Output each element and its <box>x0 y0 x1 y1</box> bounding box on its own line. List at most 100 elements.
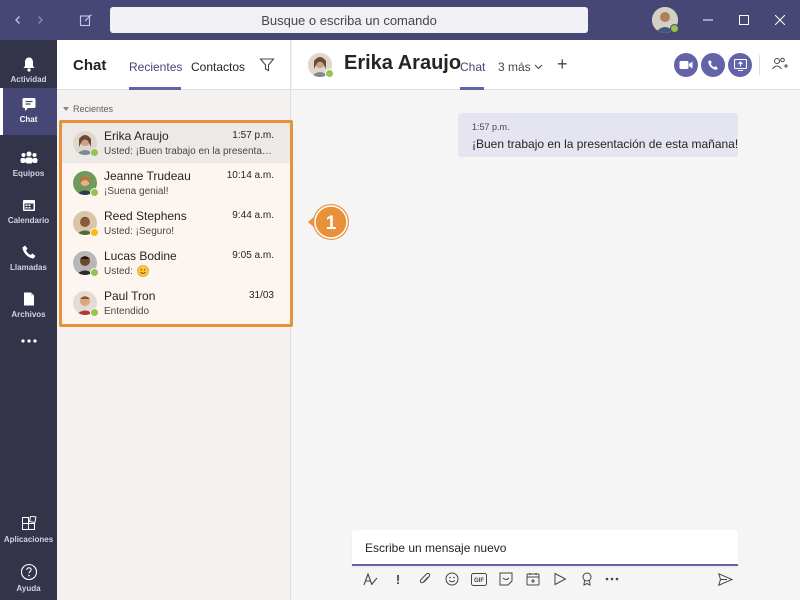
presence-available-icon <box>670 24 679 33</box>
more-tabs-label: 3 más <box>498 60 531 74</box>
section-recientes[interactable]: Recientes <box>63 104 113 114</box>
app-label: Aplicaciones <box>3 535 54 544</box>
chat-item-name: Jeanne Trudeau <box>104 169 191 183</box>
app-more[interactable] <box>0 330 57 377</box>
chat-item-preview: Usted: ¡Buen trabajo en la presentación … <box>104 146 274 157</box>
gif-icon[interactable]: GIF <box>470 570 488 588</box>
send-icon[interactable] <box>716 570 734 588</box>
teams-icon <box>20 151 37 164</box>
calendar-icon <box>22 200 35 211</box>
app-label: Llamadas <box>10 263 47 272</box>
chevron-down-icon <box>534 64 543 70</box>
composer-toolbar: ! GIF <box>352 570 742 590</box>
chat-item-jeanne-trudeau[interactable]: Jeanne Trudeau 10:14 a.m. ¡Suena genial! <box>62 163 290 203</box>
forward-icon[interactable] <box>30 10 50 30</box>
message-composer[interactable]: Escribe un mensaje nuevo <box>352 530 738 566</box>
praise-icon[interactable] <box>578 570 596 588</box>
app-label: Archivos <box>11 310 46 319</box>
app-calendar[interactable]: Calendario <box>0 189 57 236</box>
smile-emoji-icon <box>137 265 149 277</box>
callout-badge: 1 <box>308 204 349 240</box>
chat-item-name: Reed Stephens <box>104 209 187 223</box>
svg-text:GIF: GIF <box>474 578 484 584</box>
share-screen-icon <box>733 59 747 71</box>
close-icon[interactable] <box>770 10 790 30</box>
chat-icon <box>22 98 35 111</box>
app-label: Chat <box>19 115 38 124</box>
divider <box>759 55 760 75</box>
more-tabs-button[interactable]: 3 más <box>498 60 543 74</box>
attach-icon[interactable] <box>416 570 434 588</box>
app-bar: Actividad Chat Equipos Calendario Llamad… <box>0 40 57 600</box>
message-bubble[interactable]: 1:57 p.m. ¡Buen trabajo en la presentaci… <box>458 113 738 157</box>
chat-list-panel: Chat Recientes Contactos Recientes Erika… <box>57 40 291 600</box>
chat-header: Erika Araujo Chat 3 más + <box>292 40 800 90</box>
search-placeholder: Busque o escriba un comando <box>261 12 437 28</box>
app-files[interactable]: Archivos <box>0 283 57 330</box>
apps-icon <box>21 516 37 530</box>
composer-placeholder: Escribe un mensaje nuevo <box>365 541 507 555</box>
chat-item-preview: Entendido <box>104 306 150 317</box>
minimize-icon[interactable] <box>698 10 718 30</box>
callout-number: 1 <box>326 213 337 234</box>
video-call-button[interactable] <box>674 53 698 77</box>
phone-icon <box>22 245 35 259</box>
more-options-icon[interactable] <box>603 570 621 588</box>
active-tab-indicator <box>129 87 181 90</box>
app-label: Actividad <box>10 75 47 84</box>
file-icon <box>23 292 34 306</box>
video-camera-icon <box>679 61 693 69</box>
app-chat[interactable]: Chat <box>0 88 57 135</box>
chat-item-lucas-bodine[interactable]: Lucas Bodine 9:05 a.m. Usted: <box>62 243 290 283</box>
chat-item-preview: ¡Suena genial! <box>104 186 169 197</box>
sticker-icon[interactable] <box>497 570 515 588</box>
stream-icon[interactable] <box>551 570 569 588</box>
caret-down-icon <box>63 107 69 111</box>
schedule-meeting-icon[interactable] <box>524 570 542 588</box>
filter-icon[interactable] <box>259 57 275 73</box>
chat-item-erika-araujo[interactable]: Erika Araujo 1:57 p.m. Usted: ¡Buen trab… <box>62 123 290 163</box>
app-label: Calendario <box>7 216 50 225</box>
chat-list-title: Chat <box>73 57 107 74</box>
back-icon[interactable] <box>8 10 28 30</box>
more-icon <box>20 339 37 343</box>
chat-item-name: Erika Araujo <box>104 129 169 143</box>
chat-contact-name: Erika Araujo <box>344 52 462 74</box>
maximize-icon[interactable] <box>734 10 754 30</box>
share-screen-button[interactable] <box>728 53 752 77</box>
app-label: Equipos <box>12 169 45 178</box>
chat-item-paul-tron[interactable]: Paul Tron 31/03 Entendido <box>62 283 290 323</box>
chat-item-time: 31/03 <box>248 290 274 301</box>
recent-chat-list: Erika Araujo 1:57 p.m. Usted: ¡Buen trab… <box>62 123 290 326</box>
chat-item-time: 1:57 p.m. <box>232 130 274 141</box>
presence-away-icon <box>90 228 99 237</box>
search-input[interactable]: Busque o escriba un comando <box>110 7 588 33</box>
tab-contactos[interactable]: Contactos <box>191 60 245 74</box>
message-text: ¡Buen trabajo en la presentación de esta… <box>472 137 739 151</box>
chat-item-preview: Usted: ¡Seguro! <box>104 226 175 237</box>
app-help[interactable]: Ayuda <box>0 555 57 600</box>
presence-available-icon <box>325 69 334 78</box>
priority-icon[interactable]: ! <box>389 570 407 588</box>
chat-item-preview: Usted: <box>104 266 133 277</box>
chat-item-reed-stephens[interactable]: Reed Stephens 9:44 a.m. Usted: ¡Seguro! <box>62 203 290 243</box>
app-apps[interactable]: Aplicaciones <box>0 508 57 555</box>
compose-icon[interactable] <box>76 10 96 30</box>
app-teams[interactable]: Equipos <box>0 142 57 189</box>
audio-call-button[interactable] <box>701 53 725 77</box>
format-icon[interactable] <box>362 570 380 588</box>
phone-icon <box>708 60 718 70</box>
app-calls[interactable]: Llamadas <box>0 236 57 283</box>
emoji-icon[interactable] <box>443 570 461 588</box>
app-label: Ayuda <box>16 584 41 593</box>
chat-item-name: Lucas Bodine <box>104 249 177 263</box>
add-people-icon[interactable] <box>770 55 788 73</box>
message-time: 1:57 p.m. <box>472 122 510 132</box>
add-tab-icon[interactable]: + <box>557 55 568 73</box>
tab-chat[interactable]: Chat <box>460 60 485 74</box>
title-bar: Busque o escriba un comando <box>0 0 800 40</box>
chat-item-time: 9:44 a.m. <box>232 210 274 221</box>
chat-item-time: 10:14 a.m. <box>226 170 274 181</box>
bell-icon <box>23 57 34 72</box>
tab-recientes[interactable]: Recientes <box>129 60 182 74</box>
